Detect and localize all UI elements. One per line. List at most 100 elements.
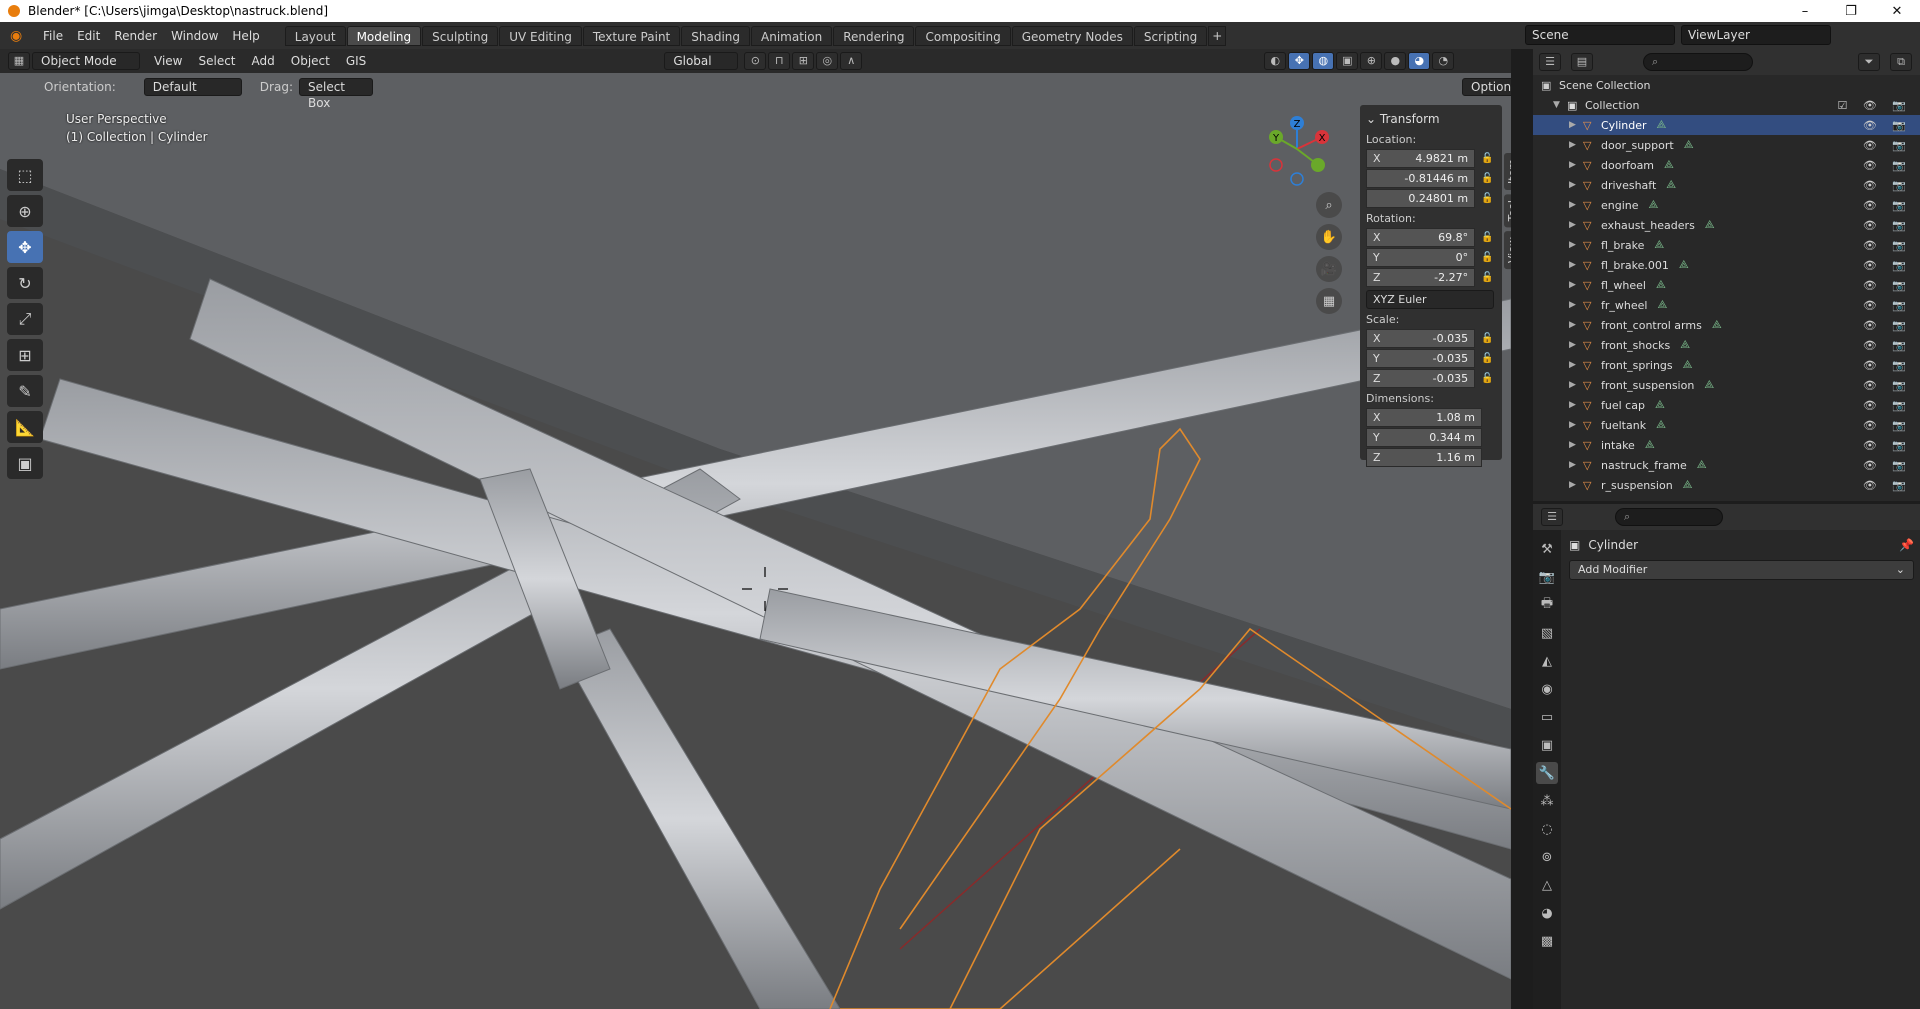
expand-arrow-icon[interactable]: ▶	[1569, 300, 1583, 310]
viewport-menu-view[interactable]: View	[146, 54, 190, 68]
snap-target-icon[interactable]: ⊞	[792, 52, 815, 70]
falloff-icon[interactable]: ∧	[840, 52, 863, 70]
properties-editor-type-icon[interactable]: ☰	[1541, 508, 1563, 526]
annotate-tool-icon[interactable]: ✎	[7, 375, 43, 407]
transform-tool-icon[interactable]: ⊞	[7, 339, 43, 371]
location-field[interactable]: -0.81446 m	[1366, 168, 1476, 188]
outliner-item[interactable]: ▶ ▽ fl_wheel ⟁ 👁 📷	[1533, 275, 1920, 295]
visibility-icons[interactable]: 👁 📷	[1863, 239, 1912, 252]
overlay-toggle-icon[interactable]: ◍	[1312, 52, 1335, 70]
tab-geometry-nodes[interactable]: Geometry Nodes	[1011, 25, 1133, 46]
sidebar-tab-view[interactable]: View	[1504, 231, 1511, 270]
outliner-item[interactable]: ▶ ▽ exhaust_headers ⟁ 👁 📷	[1533, 215, 1920, 235]
visibility-icons[interactable]: 👁 📷	[1863, 199, 1912, 212]
lock-icon[interactable]: 🔓	[1481, 153, 1496, 164]
material-shading-icon[interactable]: ◕	[1408, 52, 1431, 70]
menu-edit[interactable]: Edit	[70, 29, 107, 43]
lock-icon[interactable]: 🔓	[1481, 353, 1496, 364]
outliner-item[interactable]: ▶ ▽ doorfoam ⟁ 👁 📷	[1533, 155, 1920, 175]
transform-header[interactable]: ⌄ Transform	[1366, 109, 1496, 129]
blender-menu-icon[interactable]: ◉	[10, 28, 26, 44]
grid-perspective-icon[interactable]: ▦	[1316, 288, 1342, 314]
data-properties-icon[interactable]: △	[1536, 874, 1558, 896]
move-tool-icon[interactable]: ✥	[7, 231, 43, 263]
close-button[interactable]: ✕	[1874, 0, 1920, 22]
gizmo-neg-y-axis[interactable]	[1311, 158, 1325, 172]
solid-shading-icon[interactable]: ●	[1384, 52, 1407, 70]
rotation-mode-selector[interactable]: XYZ Euler	[1366, 290, 1494, 309]
rendered-shading-icon[interactable]: ◔	[1432, 52, 1455, 70]
rotation-field[interactable]: X 69.8°	[1366, 227, 1476, 247]
menu-help[interactable]: Help	[225, 29, 266, 43]
rotate-tool-icon[interactable]: ↻	[7, 267, 43, 299]
collapse-arrow-icon[interactable]: ▼	[1553, 100, 1567, 110]
viewport-menu-object[interactable]: Object	[283, 54, 338, 68]
scale-field[interactable]: Y -0.035	[1366, 348, 1476, 368]
tab-rendering[interactable]: Rendering	[833, 25, 915, 46]
location-field[interactable]: X 4.9821 m	[1366, 148, 1476, 168]
editor-type-icon[interactable]: ▦	[8, 52, 30, 70]
outliner-item[interactable]: ▶ ▽ r_suspension ⟁ 👁 📷	[1533, 475, 1920, 495]
outliner-item[interactable]: ▶ ▽ front_control arms ⟁ 👁 📷	[1533, 315, 1920, 335]
viewport-menu-select[interactable]: Select	[190, 54, 243, 68]
expand-arrow-icon[interactable]: ▶	[1569, 380, 1583, 390]
expand-arrow-icon[interactable]: ▶	[1569, 200, 1583, 210]
outliner-item[interactable]: ▶ ▽ fl_brake ⟁ 👁 📷	[1533, 235, 1920, 255]
tab-compositing[interactable]: Compositing	[915, 25, 1011, 46]
outliner-item[interactable]: ▶ ▽ front_shocks ⟁ 👁 📷	[1533, 335, 1920, 355]
wireframe-shading-icon[interactable]: ⊕	[1360, 52, 1383, 70]
visibility-icons[interactable]: 👁 📷	[1863, 379, 1912, 392]
menu-render[interactable]: Render	[107, 29, 164, 43]
expand-arrow-icon[interactable]: ▶	[1569, 180, 1583, 190]
add-modifier-button[interactable]: Add Modifier ⌄	[1569, 560, 1914, 580]
outliner-item[interactable]: ▶ ▽ fueltank ⟁ 👁 📷	[1533, 415, 1920, 435]
visibility-icons[interactable]: 👁 📷	[1863, 179, 1912, 192]
outliner-item[interactable]: ▶ ▽ Cylinder ⟁ 👁 📷	[1533, 115, 1920, 135]
select-box-tool-icon[interactable]: ⬚	[7, 159, 43, 191]
view-layer-properties-icon[interactable]: ▧	[1536, 622, 1558, 644]
physics-properties-icon[interactable]: ◌	[1536, 818, 1558, 840]
add-cube-tool-icon[interactable]: ▣	[7, 447, 43, 479]
visibility-icons[interactable]: 👁 📷	[1863, 399, 1912, 412]
outliner-item[interactable]: ▶ ▽ fuel cap ⟁ 👁 📷	[1533, 395, 1920, 415]
visibility-icons[interactable]: 👁 📷	[1863, 259, 1912, 272]
modifier-properties-icon[interactable]: 🔧	[1536, 762, 1558, 784]
constraints-properties-icon[interactable]: ⊚	[1536, 846, 1558, 868]
tab-shading[interactable]: Shading	[681, 25, 750, 46]
visibility-icons[interactable]: 👁 📷	[1863, 339, 1912, 352]
outliner-item[interactable]: ▶ ▽ door_support ⟁ 👁 📷	[1533, 135, 1920, 155]
expand-arrow-icon[interactable]: ▶	[1569, 420, 1583, 430]
dimensions-field[interactable]: Y 0.344 m	[1366, 427, 1482, 447]
snap-icon[interactable]: ⊓	[768, 52, 791, 70]
lock-icon[interactable]: 🔓	[1481, 173, 1496, 184]
expand-arrow-icon[interactable]: ▶	[1569, 140, 1583, 150]
outliner-search-input[interactable]: ⌕	[1643, 53, 1753, 71]
visibility-icons[interactable]: 👁 📷	[1863, 159, 1912, 172]
new-collection-icon[interactable]: ⧉	[1890, 53, 1912, 71]
visibility-icons[interactable]: 👁 📷	[1863, 119, 1912, 132]
viewport-menu-gis[interactable]: GIS	[338, 54, 374, 68]
filter-icon[interactable]: ⏷	[1858, 53, 1880, 71]
collection-properties-icon[interactable]: ▭	[1536, 706, 1558, 728]
expand-arrow-icon[interactable]: ▶	[1569, 320, 1583, 330]
3d-viewport[interactable]: ▦ Object Mode View Select Add Object GIS Glo…	[0, 49, 1511, 1009]
navigation-gizmo[interactable]: Z X Y	[1262, 111, 1332, 191]
lock-icon[interactable]: 🔓	[1481, 333, 1496, 344]
material-properties-icon[interactable]: ◕	[1536, 902, 1558, 924]
scale-field[interactable]: X -0.035	[1366, 328, 1476, 348]
lock-icon[interactable]: 🔓	[1481, 232, 1496, 243]
expand-arrow-icon[interactable]: ▶	[1569, 280, 1583, 290]
view-layer-selector[interactable]: ViewLayer	[1681, 25, 1831, 45]
maximize-button[interactable]: ❐	[1828, 0, 1874, 22]
visibility-icons[interactable]: 👁 📷	[1863, 139, 1912, 152]
cursor-tool-icon[interactable]: ⊕	[7, 195, 43, 227]
tool-properties-icon[interactable]: ⚒	[1536, 538, 1558, 560]
visibility-icons[interactable]: 👁 📷	[1863, 279, 1912, 292]
texture-properties-icon[interactable]: ▩	[1536, 930, 1558, 952]
expand-arrow-icon[interactable]: ▶	[1569, 220, 1583, 230]
outliner-item[interactable]: ▶ ▽ fr_wheel ⟁ 👁 📷	[1533, 295, 1920, 315]
visibility-icons[interactable]: 👁 📷	[1863, 439, 1912, 452]
tab-modeling[interactable]: Modeling	[346, 25, 422, 46]
scene-selector[interactable]: Scene	[1525, 25, 1675, 45]
display-mode-icon[interactable]: ▤	[1571, 53, 1593, 71]
